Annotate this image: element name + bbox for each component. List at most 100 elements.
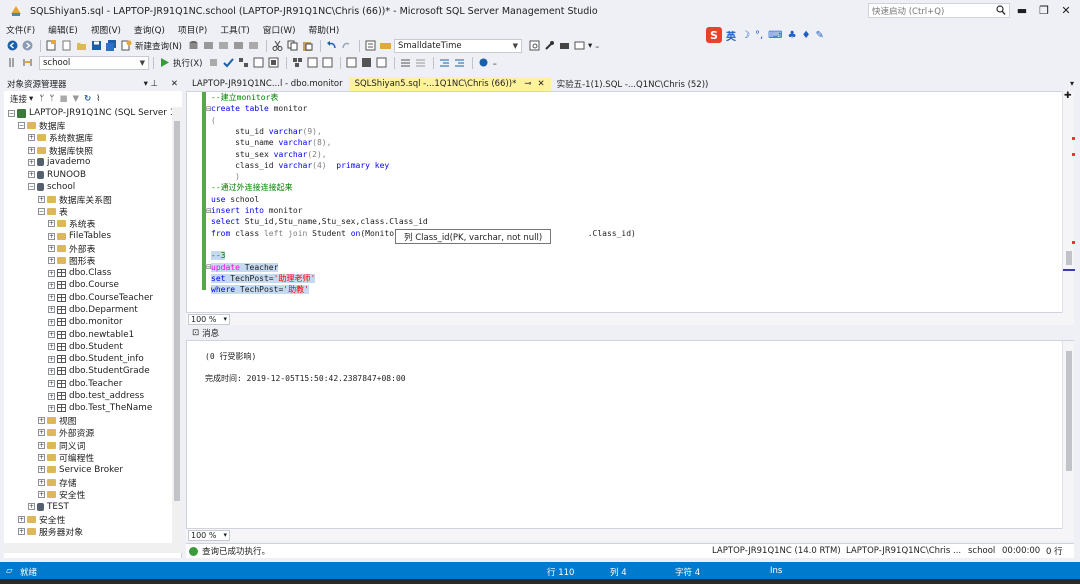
menu-window[interactable]: 窗口(W) xyxy=(263,23,296,36)
expand-icon[interactable]: + xyxy=(48,257,55,265)
tab-dbo-monitor[interactable]: LAPTOP-JR91Q1NC...l - dbo.monitor xyxy=(186,77,349,91)
expand-icon[interactable]: + xyxy=(48,220,55,228)
tree-node[interactable]: + dbo.newtable1 xyxy=(48,328,134,340)
tree-node[interactable]: + dbo.Class xyxy=(48,267,111,279)
ime-shirt-icon[interactable]: ♦ xyxy=(802,30,811,41)
expand-icon[interactable]: + xyxy=(18,527,25,535)
maximize-button[interactable]: ❐ xyxy=(1034,2,1054,18)
tree-node[interactable]: + 外部资源 xyxy=(38,427,94,439)
expand-icon[interactable]: + xyxy=(48,232,55,240)
sql-editor[interactable]: ⊟ ⊟ ⊟ --建立monitor表 create table monitor … xyxy=(186,91,1074,313)
menu-help[interactable]: 帮助(H) xyxy=(309,23,340,36)
tree-node[interactable]: + 存储 xyxy=(38,476,77,489)
expand-icon[interactable]: + xyxy=(48,343,55,351)
minimize-button[interactable]: ▬ xyxy=(1012,2,1032,18)
split-icon[interactable]: ✚ xyxy=(1064,91,1072,101)
tree-node[interactable]: + 数据库快照 xyxy=(28,144,93,157)
expand-icon[interactable]: + xyxy=(48,294,55,302)
tree-node[interactable]: − 数据库 xyxy=(18,119,65,132)
tab-messages[interactable]: 消息 xyxy=(202,327,219,339)
messages-pane[interactable]: (0 行受影响) 完成时间: 2019-12-05T15:50:42.23878… xyxy=(186,340,1074,529)
tree-node[interactable]: − 表 xyxy=(38,205,68,218)
window-layout-icon[interactable] xyxy=(573,40,585,52)
back-icon[interactable] xyxy=(6,40,18,52)
collapse-icon[interactable]: − xyxy=(8,109,15,117)
tab-sqlshiyan5[interactable]: SQLShiyan5.sql -...1Q1NC\Chris (66))* ⊸ … xyxy=(348,77,551,91)
tree-node[interactable]: − school xyxy=(28,181,75,193)
forward-icon[interactable] xyxy=(21,40,33,52)
toolbar-overflow-icon[interactable]: ₌ xyxy=(492,58,497,68)
find-icon[interactable] xyxy=(379,40,391,52)
uncomment-icon[interactable] xyxy=(414,57,426,69)
tree-node[interactable]: + 安全性 xyxy=(18,513,65,526)
stop-icon[interactable] xyxy=(207,57,219,69)
tree-node[interactable]: + Service Broker xyxy=(38,464,123,476)
tree-node[interactable]: + dbo.monitor xyxy=(48,316,123,328)
wrench-icon[interactable] xyxy=(543,40,555,52)
expand-icon[interactable]: + xyxy=(38,466,45,474)
specify-values-icon[interactable] xyxy=(477,57,489,69)
tree-node[interactable]: + dbo.Student_info xyxy=(48,353,144,365)
tree-node[interactable]: + dbo.Course xyxy=(48,279,119,291)
results-to-text-icon[interactable] xyxy=(345,57,357,69)
menu-file[interactable]: 文件(F) xyxy=(6,23,35,36)
results-to-grid-icon[interactable] xyxy=(360,57,372,69)
expand-icon[interactable]: + xyxy=(48,269,55,277)
activity-monitor-icon[interactable]: ⌇ xyxy=(96,94,100,104)
properties-icon[interactable] xyxy=(364,40,376,52)
expand-icon[interactable]: + xyxy=(48,404,55,412)
tree-node[interactable]: + TEST xyxy=(28,501,69,513)
new-project-icon[interactable] xyxy=(45,40,57,52)
expand-icon[interactable]: + xyxy=(28,134,35,142)
results-to-file-icon[interactable] xyxy=(375,57,387,69)
scrollbar-thumb[interactable] xyxy=(1066,351,1072,471)
tree-node[interactable]: + javademo xyxy=(28,156,90,168)
pin-icon[interactable]: ▾ ⊥ xyxy=(144,79,158,89)
output-window-icon[interactable]: ▱ xyxy=(6,566,13,576)
editor-zoom-combo[interactable]: 100 % ▾ xyxy=(188,313,230,325)
close-button[interactable]: ✕ xyxy=(1056,2,1076,18)
ime-skin-icon[interactable]: ♣ xyxy=(788,30,797,41)
connect-icon[interactable] xyxy=(6,57,18,69)
menu-project[interactable]: 项目(P) xyxy=(178,23,207,36)
menu-view[interactable]: 视图(V) xyxy=(91,23,121,36)
tree-node[interactable]: + 数据库关系图 xyxy=(38,193,112,206)
mdx-query-icon[interactable] xyxy=(202,40,214,52)
menu-tools[interactable]: 工具(T) xyxy=(220,23,249,36)
tree-node[interactable]: + dbo.CourseTeacher xyxy=(48,292,153,304)
expand-icon[interactable]: + xyxy=(38,417,45,425)
connect-plug-icon[interactable]: ᛘ xyxy=(39,94,44,104)
new-query-button[interactable]: 新建查询(N) xyxy=(135,40,182,52)
tree-node[interactable]: + 图形表 xyxy=(48,255,95,267)
intellisense-icon[interactable] xyxy=(267,57,279,69)
disconnect-icon[interactable]: ᛘ xyxy=(49,94,54,104)
ime-punct-icon[interactable]: °, xyxy=(755,30,763,41)
stop-icon[interactable]: ■ xyxy=(60,94,68,104)
tree-node[interactable]: + RUNOOB xyxy=(28,169,86,181)
xmla-query-icon[interactable] xyxy=(232,40,244,52)
parse-icon[interactable] xyxy=(222,57,234,69)
expand-icon[interactable]: + xyxy=(48,318,55,326)
actual-plan-icon[interactable] xyxy=(291,57,303,69)
cut-icon[interactable] xyxy=(271,40,283,52)
expand-icon[interactable]: + xyxy=(28,171,35,179)
expand-icon[interactable]: + xyxy=(48,355,55,363)
expand-icon[interactable]: + xyxy=(38,441,45,449)
tree-node[interactable]: + 视图 xyxy=(38,415,77,427)
execute-icon[interactable] xyxy=(158,57,170,69)
close-tab-icon[interactable]: ✕ xyxy=(537,79,544,89)
ime-english-icon[interactable]: 英 xyxy=(726,28,736,43)
tree-node[interactable]: + dbo.test_address xyxy=(48,390,144,402)
tree-node[interactable]: + 系统表 xyxy=(48,218,95,230)
estimated-plan-icon[interactable] xyxy=(237,57,249,69)
editor-scrollbar[interactable]: ✚ xyxy=(1062,91,1075,313)
expand-icon[interactable]: + xyxy=(38,429,45,437)
chevron-down-icon[interactable]: ▾ xyxy=(29,94,33,104)
save-icon[interactable] xyxy=(90,40,102,52)
expand-icon[interactable]: + xyxy=(38,195,45,203)
dmx-query-icon[interactable] xyxy=(217,40,229,52)
redo-icon[interactable] xyxy=(340,40,352,52)
expand-icon[interactable]: + xyxy=(38,490,45,498)
menu-query[interactable]: 查询(Q) xyxy=(134,23,165,36)
scrollbar-thumb[interactable] xyxy=(1066,251,1072,265)
